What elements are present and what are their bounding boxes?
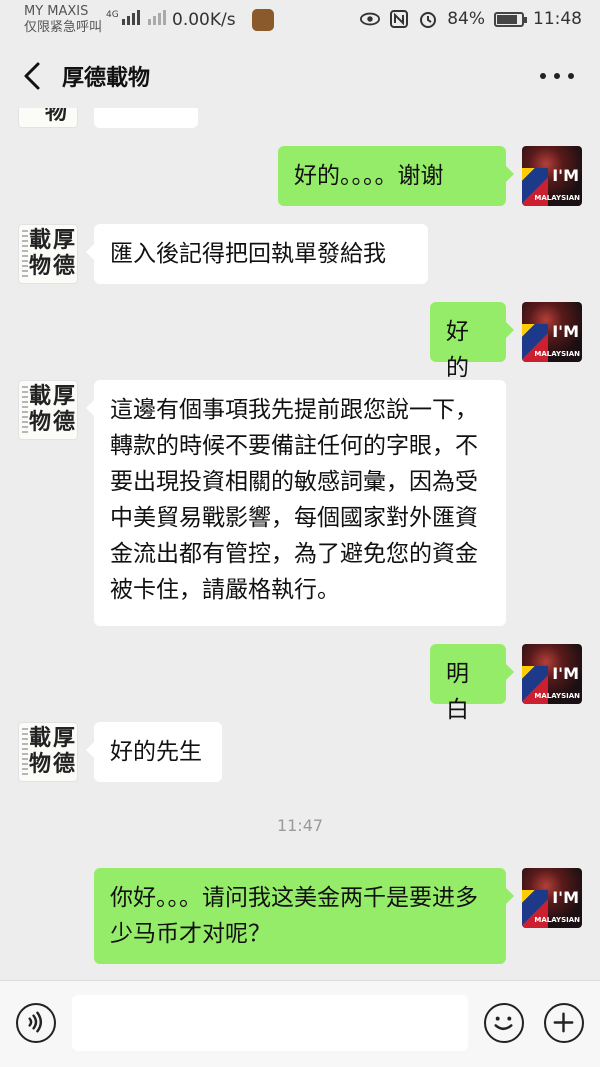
message-input[interactable] bbox=[72, 995, 468, 1051]
contact-avatar[interactable]: 載 厚 物 德 bbox=[18, 722, 78, 782]
signal-strength-icon: 4G bbox=[106, 10, 166, 25]
message-bubble-outgoing: 好的。。。。谢谢 bbox=[278, 146, 514, 206]
more-options-icon[interactable] bbox=[540, 62, 574, 90]
clock: 11:48 bbox=[533, 9, 582, 29]
carrier-name: MY MAXIS bbox=[24, 4, 89, 19]
message-bubble-outgoing: 明白 bbox=[430, 644, 514, 723]
nfc-icon bbox=[390, 10, 409, 28]
message-bubble-incoming: 好的先生 bbox=[86, 722, 222, 782]
battery-icon bbox=[494, 11, 527, 27]
app-notification-icon bbox=[252, 9, 274, 31]
voice-icon bbox=[28, 1011, 43, 1033]
chat-history[interactable]: 物 好的。。。。谢谢 I'M MALAYSIAN 載 厚 物 德 匯入後記得把回執… bbox=[0, 108, 600, 980]
message-bubble-outgoing: 好的 bbox=[430, 302, 514, 381]
emoji-button[interactable] bbox=[484, 1003, 524, 1043]
contact-avatar[interactable]: 載 厚 物 德 bbox=[18, 224, 78, 284]
battery-percent: 84% bbox=[447, 9, 485, 29]
network-speed: 0.00K/s bbox=[172, 10, 236, 30]
eye-icon bbox=[360, 12, 381, 26]
message-bubble-incoming: 匯入後記得把回執單發給我 bbox=[86, 224, 428, 284]
plus-icon bbox=[553, 1012, 574, 1033]
input-bar bbox=[0, 980, 600, 1067]
user-avatar[interactable]: I'M MALAYSIAN bbox=[522, 644, 582, 704]
message-bubble-incoming-partial bbox=[94, 108, 198, 128]
message-bubble-outgoing: 你好。。。请问我这美金两千是要进多少马币才对呢？ bbox=[94, 868, 514, 964]
user-avatar[interactable]: I'M MALAYSIAN bbox=[522, 868, 582, 928]
back-arrow-icon[interactable] bbox=[18, 60, 48, 92]
chat-header: 厚德載物 bbox=[0, 44, 600, 108]
message-bubble-incoming: 這邊有個事項我先提前跟您說一下，轉款的時候不要備註任何的字眼，不要出現投資相關的… bbox=[86, 380, 506, 626]
user-avatar[interactable]: I'M MALAYSIAN bbox=[522, 146, 582, 206]
emergency-only-label: 仅限紧急呼叫 bbox=[24, 20, 103, 35]
status-bar: MY MAXIS 仅限紧急呼叫 4G 0.00K/s 84% 11:48 bbox=[0, 0, 600, 44]
more-functions-button[interactable] bbox=[544, 1003, 584, 1043]
user-avatar[interactable]: I'M MALAYSIAN bbox=[522, 302, 582, 362]
chat-title: 厚德載物 bbox=[62, 66, 151, 91]
smiley-icon bbox=[494, 1016, 513, 1031]
status-right-group: 84% 11:48 bbox=[360, 9, 582, 29]
message-timestamp: 11:47 bbox=[276, 816, 324, 835]
alarm-icon bbox=[420, 12, 437, 28]
carrier-info: MY MAXIS 仅限紧急呼叫 bbox=[24, 4, 102, 36]
network-type-label: 4G bbox=[106, 10, 119, 20]
voice-input-button[interactable] bbox=[16, 1003, 56, 1043]
contact-avatar[interactable]: 載 厚 物 德 bbox=[18, 380, 78, 440]
contact-avatar[interactable]: 物 bbox=[18, 108, 78, 128]
